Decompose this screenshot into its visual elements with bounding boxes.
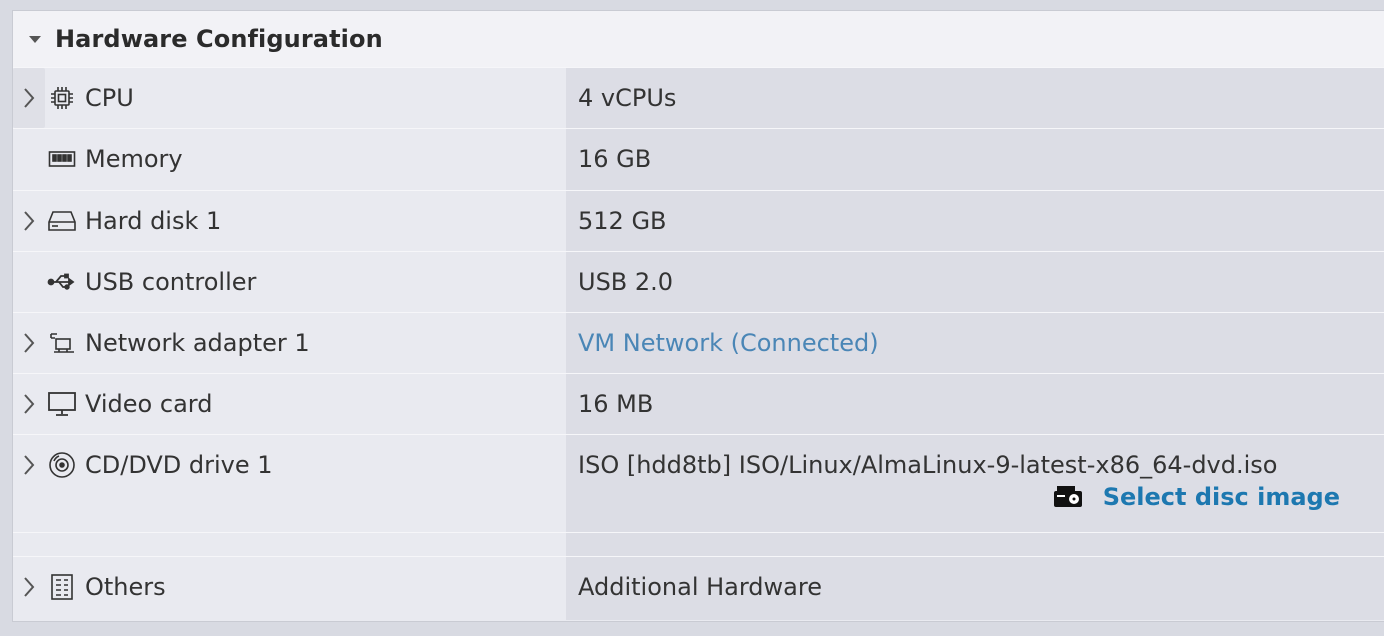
cpu-icon [45, 68, 79, 128]
hardware-row-video-card: Video card 16 MB [13, 373, 1384, 434]
row-label: CPU [85, 84, 134, 112]
row-value: 16 GB [578, 145, 652, 173]
hardware-configuration-panel: Hardware Configuration CPU 4 vCPUs Memor… [12, 10, 1384, 622]
row-label: USB controller [85, 268, 257, 296]
others-icon [45, 557, 79, 617]
select-disc-image-link[interactable]: Select disc image [1103, 483, 1340, 511]
memory-icon [45, 129, 79, 189]
row-value: Additional Hardware [578, 573, 822, 601]
hardware-row-network-adapter: Network adapter 1 VM Network (Connected) [13, 312, 1384, 373]
select-disc-image-action[interactable]: Select disc image [1053, 483, 1340, 511]
monitor-icon [45, 374, 79, 434]
row-value: 16 MB [578, 390, 654, 418]
row-value: 4 vCPUs [578, 84, 677, 112]
row-value: USB 2.0 [578, 268, 674, 296]
expand-chevron-icon[interactable] [13, 313, 45, 373]
row-value: ISO [hdd8tb] ISO/Linux/AlmaLinux-9-lates… [578, 451, 1278, 479]
hardware-row-cd-dvd-drive: CD/DVD drive 1 ISO [hdd8tb] ISO/Linux/Al… [13, 434, 1384, 532]
hard-disk-icon [45, 191, 79, 251]
hardware-row-cpu: CPU 4 vCPUs [13, 67, 1384, 128]
section-title: Hardware Configuration [55, 25, 383, 53]
hardware-row-memory: Memory 16 GB [13, 128, 1384, 190]
caret-down-icon[interactable] [29, 35, 41, 43]
hardware-row-others: Others Additional Hardware [13, 556, 1384, 620]
row-label: Hard disk 1 [85, 207, 222, 235]
row-label: Video card [85, 390, 213, 418]
row-label: Network adapter 1 [85, 329, 310, 357]
row-label: Others [85, 573, 166, 601]
expand-chevron-icon[interactable] [13, 435, 45, 495]
hardware-row-usb-controller: USB controller USB 2.0 [13, 251, 1384, 312]
network-link[interactable]: VM Network (Connected) [578, 329, 879, 357]
row-value: 512 GB [578, 207, 667, 235]
datastore-icon [1053, 484, 1089, 510]
row-label: CD/DVD drive 1 [85, 451, 273, 479]
spacer-row [13, 532, 1384, 556]
expand-chevron-icon[interactable] [13, 557, 45, 617]
section-header[interactable]: Hardware Configuration [13, 11, 1384, 67]
disc-icon [45, 435, 79, 495]
network-adapter-icon [45, 313, 79, 373]
expand-chevron-icon[interactable] [13, 68, 45, 128]
hardware-row-hard-disk: Hard disk 1 512 GB [13, 190, 1384, 251]
row-label: Memory [85, 145, 183, 173]
expand-chevron-icon[interactable] [13, 374, 45, 434]
expand-chevron-icon[interactable] [13, 191, 45, 251]
usb-icon [45, 252, 79, 312]
